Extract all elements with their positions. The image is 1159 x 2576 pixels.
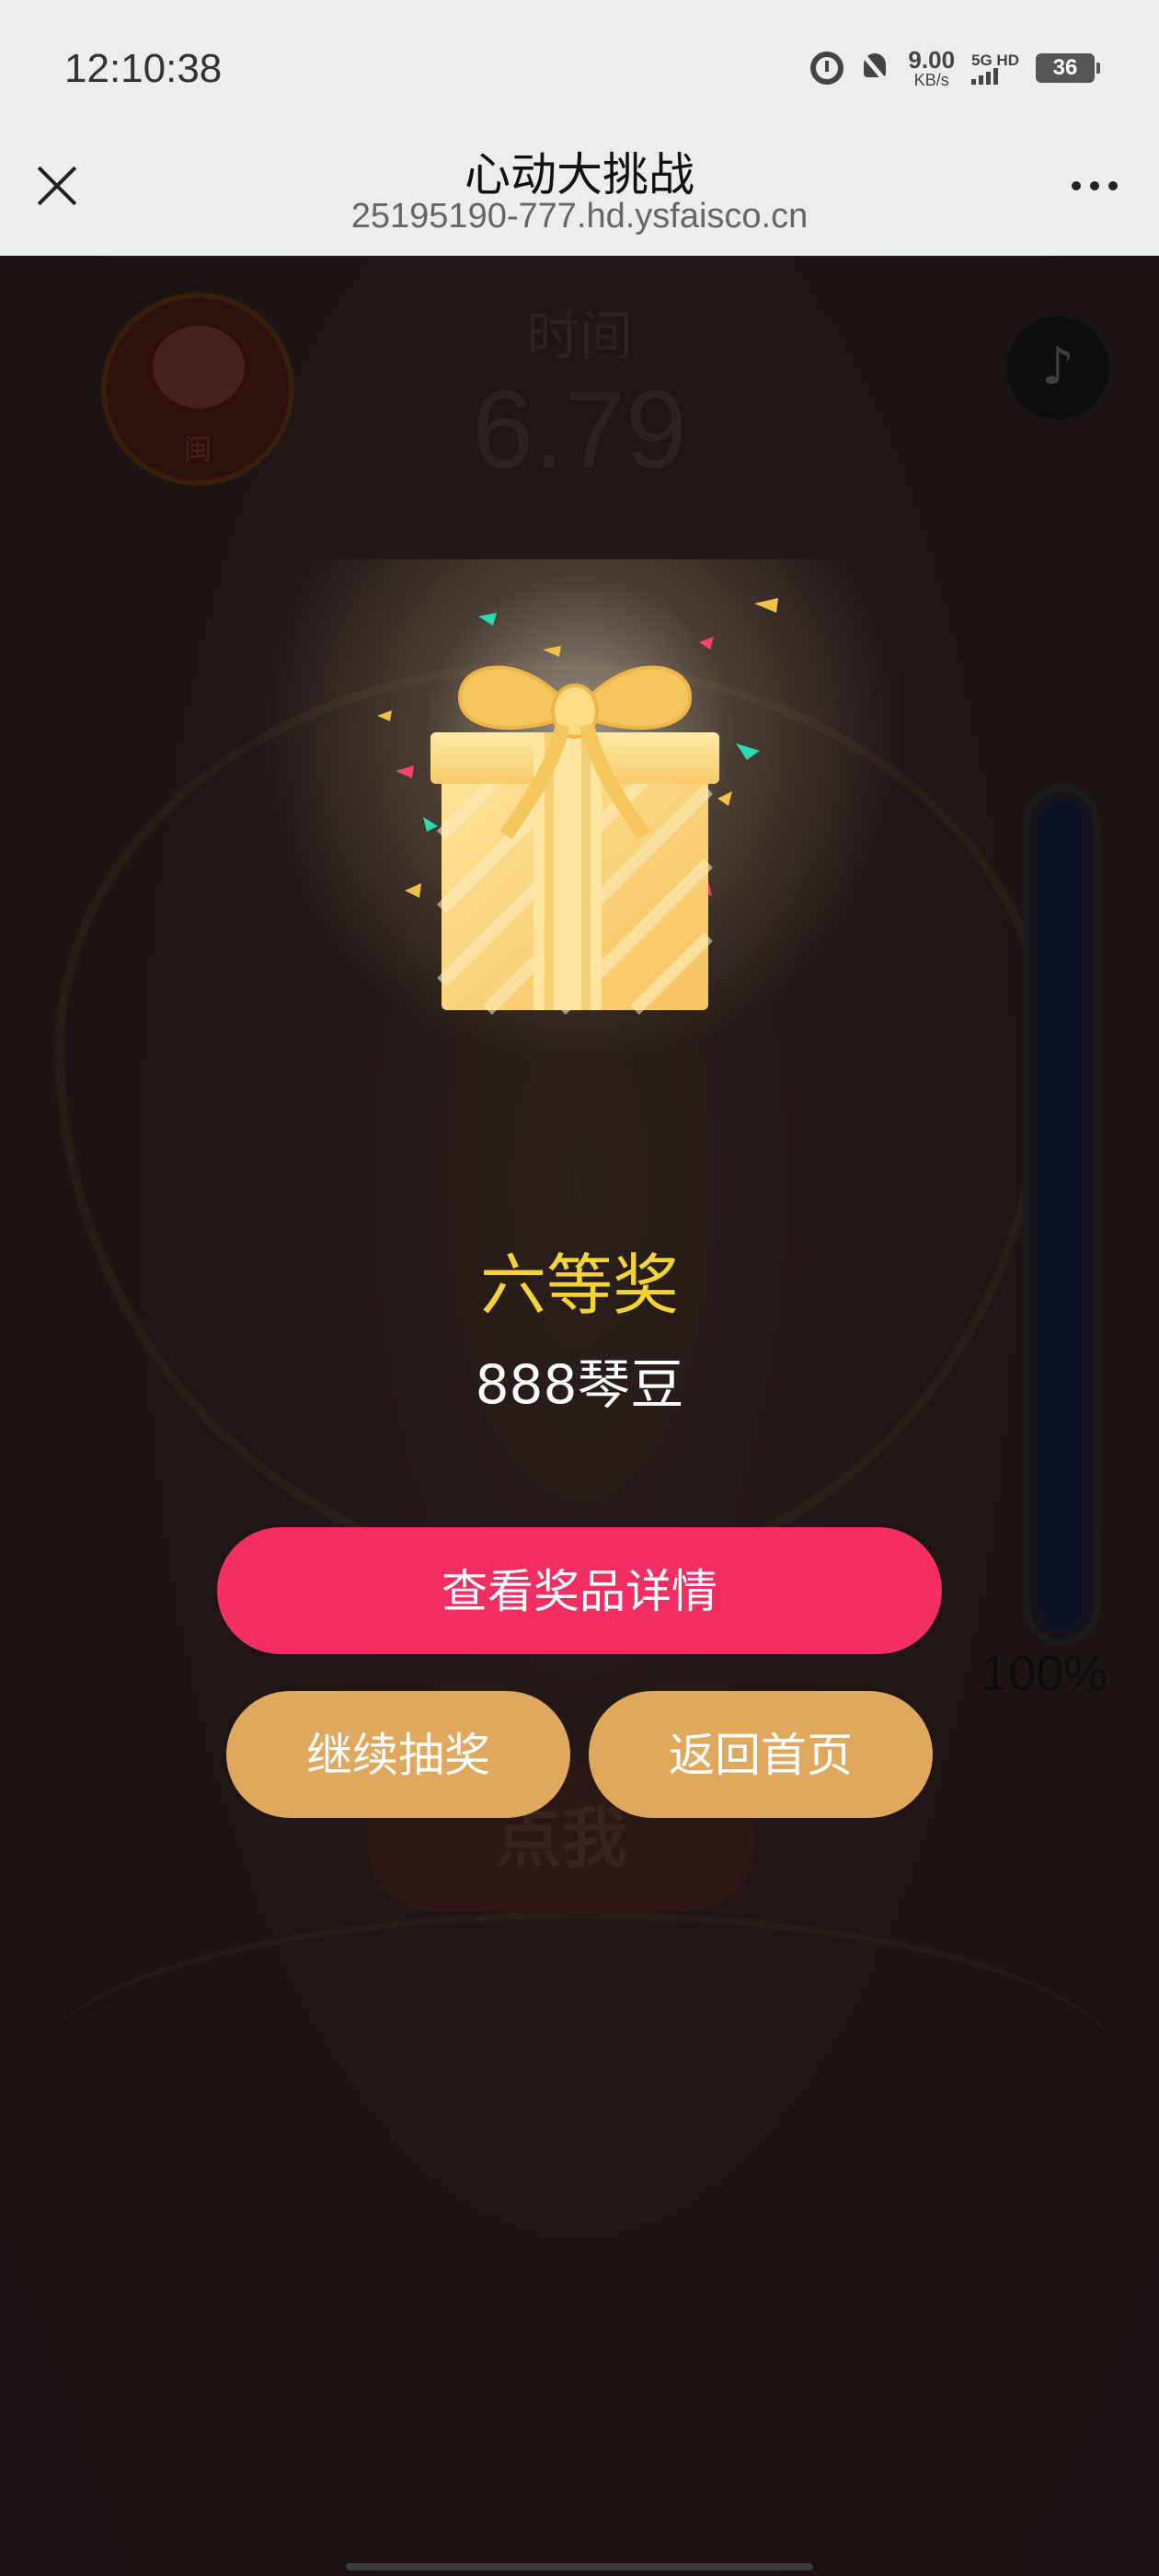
network-speed-value: 9.00 [908, 46, 956, 74]
status-time: 12:10:38 [64, 46, 223, 91]
prize-description: 888琴豆 [475, 1353, 684, 1416]
status-bar: 12:10:38 9.00 KB/s 5G HD 36 [0, 0, 1159, 138]
alarm-icon [810, 52, 844, 85]
more-options-button[interactable] [1058, 175, 1131, 197]
mute-bell-icon [860, 52, 891, 85]
dot-icon [1108, 181, 1118, 190]
signal-bars-icon [971, 67, 999, 85]
continue-draw-button[interactable]: 继续抽奖 [226, 1691, 570, 1818]
status-icons: 9.00 KB/s 5G HD 36 [810, 48, 1100, 88]
page-url: 25195190-777.hd.ysfaisco.cn [350, 197, 809, 236]
home-indicator[interactable] [346, 2563, 813, 2570]
signal-indicator: 5G HD [971, 52, 1019, 85]
browser-nav-bar: 心动大挑战 25195190-777.hd.ysfaisco.cn [0, 138, 1159, 256]
dot-icon [1090, 181, 1099, 190]
gift-box-icon [368, 596, 791, 1019]
dot-icon [1072, 181, 1081, 190]
result-overlay: 六等奖 888琴豆 查看奖品详情 继续抽奖 返回首页 [0, 256, 1159, 2576]
return-home-button[interactable]: 返回首页 [589, 1691, 933, 1818]
page-title: 心动大挑战 [465, 148, 694, 201]
network-speed: 9.00 KB/s [908, 48, 955, 88]
battery-icon: 36 [1036, 53, 1100, 83]
network-speed-unit: KB/s [913, 71, 949, 89]
view-prize-details-button[interactable]: 查看奖品详情 [217, 1527, 942, 1654]
signal-label: 5G HD [971, 51, 1019, 69]
prize-title: 六等奖 [479, 1247, 679, 1324]
